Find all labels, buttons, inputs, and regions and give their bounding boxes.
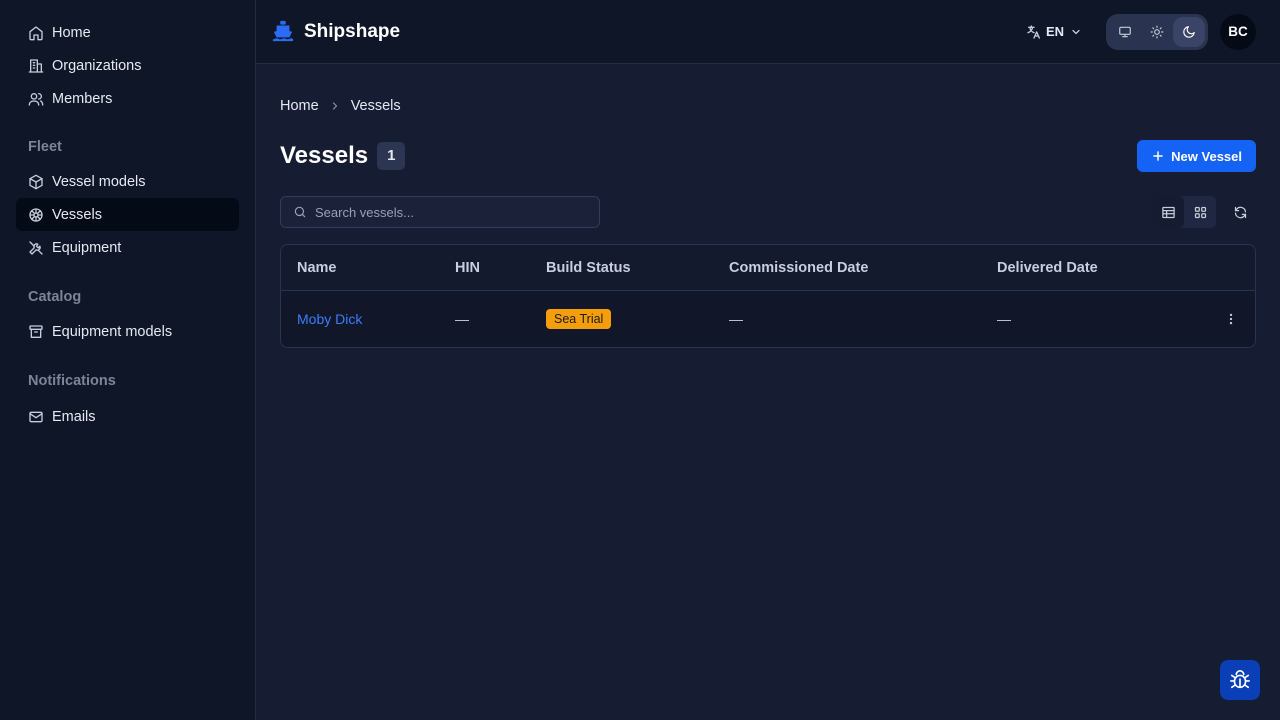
- sidebar-item-vessels[interactable]: Vessels: [16, 198, 239, 231]
- page-title: Vessels: [280, 142, 369, 169]
- top-header: Shipshape EN BC: [256, 0, 1280, 64]
- mail-icon: [28, 409, 44, 425]
- main-content: Home Vessels Vessels 1 New Vessel Search…: [280, 64, 1256, 348]
- translate-icon: [1026, 24, 1042, 40]
- sun-icon: [1150, 25, 1164, 39]
- brand[interactable]: Shipshape: [272, 20, 400, 44]
- bug-report-button[interactable]: [1220, 660, 1260, 700]
- archive-icon: [28, 324, 44, 340]
- home-icon: [28, 25, 44, 41]
- sidebar-item-home[interactable]: Home: [16, 16, 239, 49]
- avatar[interactable]: BC: [1220, 13, 1256, 50]
- title-row: Vessels 1 New Vessel: [280, 140, 1256, 172]
- cell-build-status: Sea Trial: [546, 309, 729, 329]
- bug-icon: [1229, 669, 1251, 691]
- table-row: Moby Dick — Sea Trial — —: [281, 291, 1255, 347]
- sidebar-item-label: Organizations: [52, 57, 142, 74]
- language-selector[interactable]: EN: [1026, 24, 1082, 40]
- column-header-delivered-date[interactable]: Delivered Date: [997, 260, 1197, 276]
- sidebar-item-vessel-models[interactable]: Vessel models: [16, 165, 239, 198]
- theme-light-button[interactable]: [1141, 17, 1173, 47]
- view-controls: [1152, 196, 1256, 228]
- sidebar-section-notifications: Notifications: [28, 373, 116, 389]
- sidebar-item-emails[interactable]: Emails: [16, 400, 239, 433]
- chevron-down-icon: [1070, 26, 1082, 38]
- cell-name: Moby Dick: [281, 311, 455, 327]
- sidebar-item-label: Emails: [52, 408, 96, 425]
- more-vertical-icon: [1224, 312, 1238, 326]
- ship-logo-icon: [272, 20, 294, 44]
- search-icon: [293, 205, 307, 219]
- language-label: EN: [1045, 24, 1064, 39]
- monitor-icon: [1118, 25, 1132, 39]
- breadcrumb-current: Vessels: [350, 98, 401, 114]
- sidebar-item-equipment[interactable]: Equipment: [16, 231, 239, 264]
- search-input[interactable]: [315, 204, 575, 220]
- grid-view-button[interactable]: [1184, 196, 1216, 228]
- chevron-right-icon: [329, 100, 341, 112]
- sidebar-item-equipment-models[interactable]: Equipment models: [16, 315, 239, 348]
- sidebar-item-label: Equipment: [52, 239, 122, 256]
- view-mode-group: [1152, 196, 1216, 228]
- users-icon: [28, 91, 44, 107]
- sidebar-item-label: Home: [52, 24, 91, 41]
- table-view-button[interactable]: [1152, 196, 1184, 228]
- sidebar-item-label: Members: [52, 90, 113, 107]
- column-header-name[interactable]: Name: [281, 260, 455, 276]
- new-vessel-label: New Vessel: [1171, 148, 1242, 164]
- theme-system-button[interactable]: [1109, 17, 1141, 47]
- moon-icon: [1182, 25, 1196, 39]
- wheel-icon: [28, 207, 44, 223]
- theme-dark-button[interactable]: [1173, 16, 1205, 47]
- count-badge: 1: [377, 142, 406, 170]
- new-vessel-button[interactable]: New Vessel: [1137, 140, 1256, 172]
- cell-hin: —: [455, 311, 469, 327]
- row-actions-button[interactable]: [1207, 312, 1255, 326]
- sidebar-item-label: Equipment models: [52, 323, 173, 340]
- search-box: [280, 196, 600, 228]
- cell-commissioned-date: —: [729, 311, 743, 327]
- plus-icon: [1151, 149, 1165, 163]
- sidebar-section-catalog: Catalog: [28, 289, 82, 305]
- column-header-hin[interactable]: HIN: [455, 260, 546, 276]
- breadcrumb-home[interactable]: Home: [280, 98, 319, 114]
- box-icon: [28, 174, 44, 190]
- toolbar: [280, 196, 1256, 228]
- building-icon: [28, 58, 44, 74]
- theme-toggle: [1106, 13, 1208, 50]
- brand-name: Shipshape: [304, 20, 401, 42]
- status-badge: Sea Trial: [546, 309, 612, 329]
- cell-delivered-date: —: [997, 311, 1011, 327]
- breadcrumb: Home Vessels: [280, 98, 1256, 114]
- table-icon: [1161, 205, 1176, 220]
- tools-icon: [28, 240, 44, 256]
- refresh-icon: [1233, 205, 1248, 220]
- column-header-commissioned-date[interactable]: Commissioned Date: [729, 260, 997, 276]
- table-header: Name HIN Build Status Commissioned Date …: [281, 245, 1255, 291]
- column-header-build-status[interactable]: Build Status: [546, 260, 729, 276]
- vessels-table: Name HIN Build Status Commissioned Date …: [280, 244, 1256, 348]
- sidebar: Home Organizations Members Fleet Vessel …: [0, 0, 256, 720]
- refresh-button[interactable]: [1224, 196, 1256, 228]
- sidebar-item-members[interactable]: Members: [16, 82, 239, 115]
- grid-icon: [1193, 205, 1208, 220]
- sidebar-item-organizations[interactable]: Organizations: [16, 49, 239, 82]
- sidebar-item-label: Vessels: [52, 206, 102, 223]
- vessel-link[interactable]: Moby Dick: [297, 311, 362, 327]
- header-controls: EN BC: [1026, 13, 1256, 50]
- sidebar-item-label: Vessel models: [52, 173, 146, 190]
- sidebar-section-fleet: Fleet: [28, 139, 62, 155]
